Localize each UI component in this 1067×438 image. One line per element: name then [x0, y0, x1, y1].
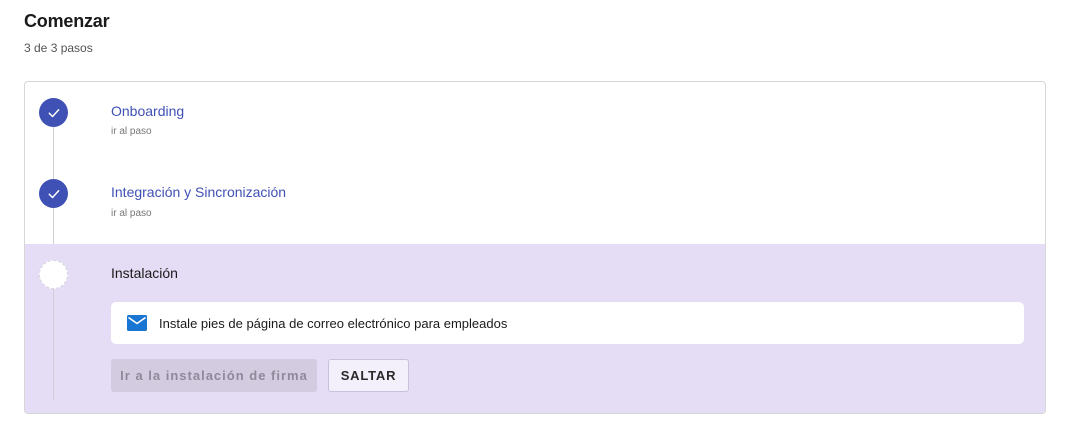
step-title[interactable]: Integración y Sincronización — [111, 184, 286, 200]
go-to-step-link[interactable]: ir al paso — [111, 208, 152, 219]
step-complete-indicator — [39, 98, 68, 127]
step-complete-indicator — [39, 179, 68, 208]
check-icon — [48, 108, 59, 117]
page-title: Comenzar — [24, 11, 110, 31]
stepper-panel: Onboarding ir al paso Integración y Sinc… — [24, 81, 1046, 414]
step-installation: Instalación Instale pies de página de co… — [25, 244, 1045, 413]
step-title: Instalación — [111, 265, 178, 281]
task-label: Instale pies de página de correo electró… — [159, 315, 508, 331]
steps-progress: 3 de 3 pasos — [24, 41, 93, 55]
step-integration: Integración y Sincronización ir al paso — [25, 163, 1045, 244]
mail-icon — [127, 315, 147, 331]
skip-button[interactable]: SALTAR — [328, 359, 409, 392]
go-to-step-link[interactable]: ir al paso — [111, 126, 152, 137]
check-icon — [48, 189, 59, 198]
step-connector — [53, 288, 54, 400]
step-title[interactable]: Onboarding — [111, 103, 184, 119]
step-onboarding: Onboarding ir al paso — [25, 82, 1045, 163]
task-item[interactable]: Instale pies de página de correo electró… — [111, 302, 1024, 344]
go-to-signature-install-button[interactable]: Ir a la instalación de firma — [111, 359, 317, 392]
step-pending-indicator — [39, 260, 68, 289]
